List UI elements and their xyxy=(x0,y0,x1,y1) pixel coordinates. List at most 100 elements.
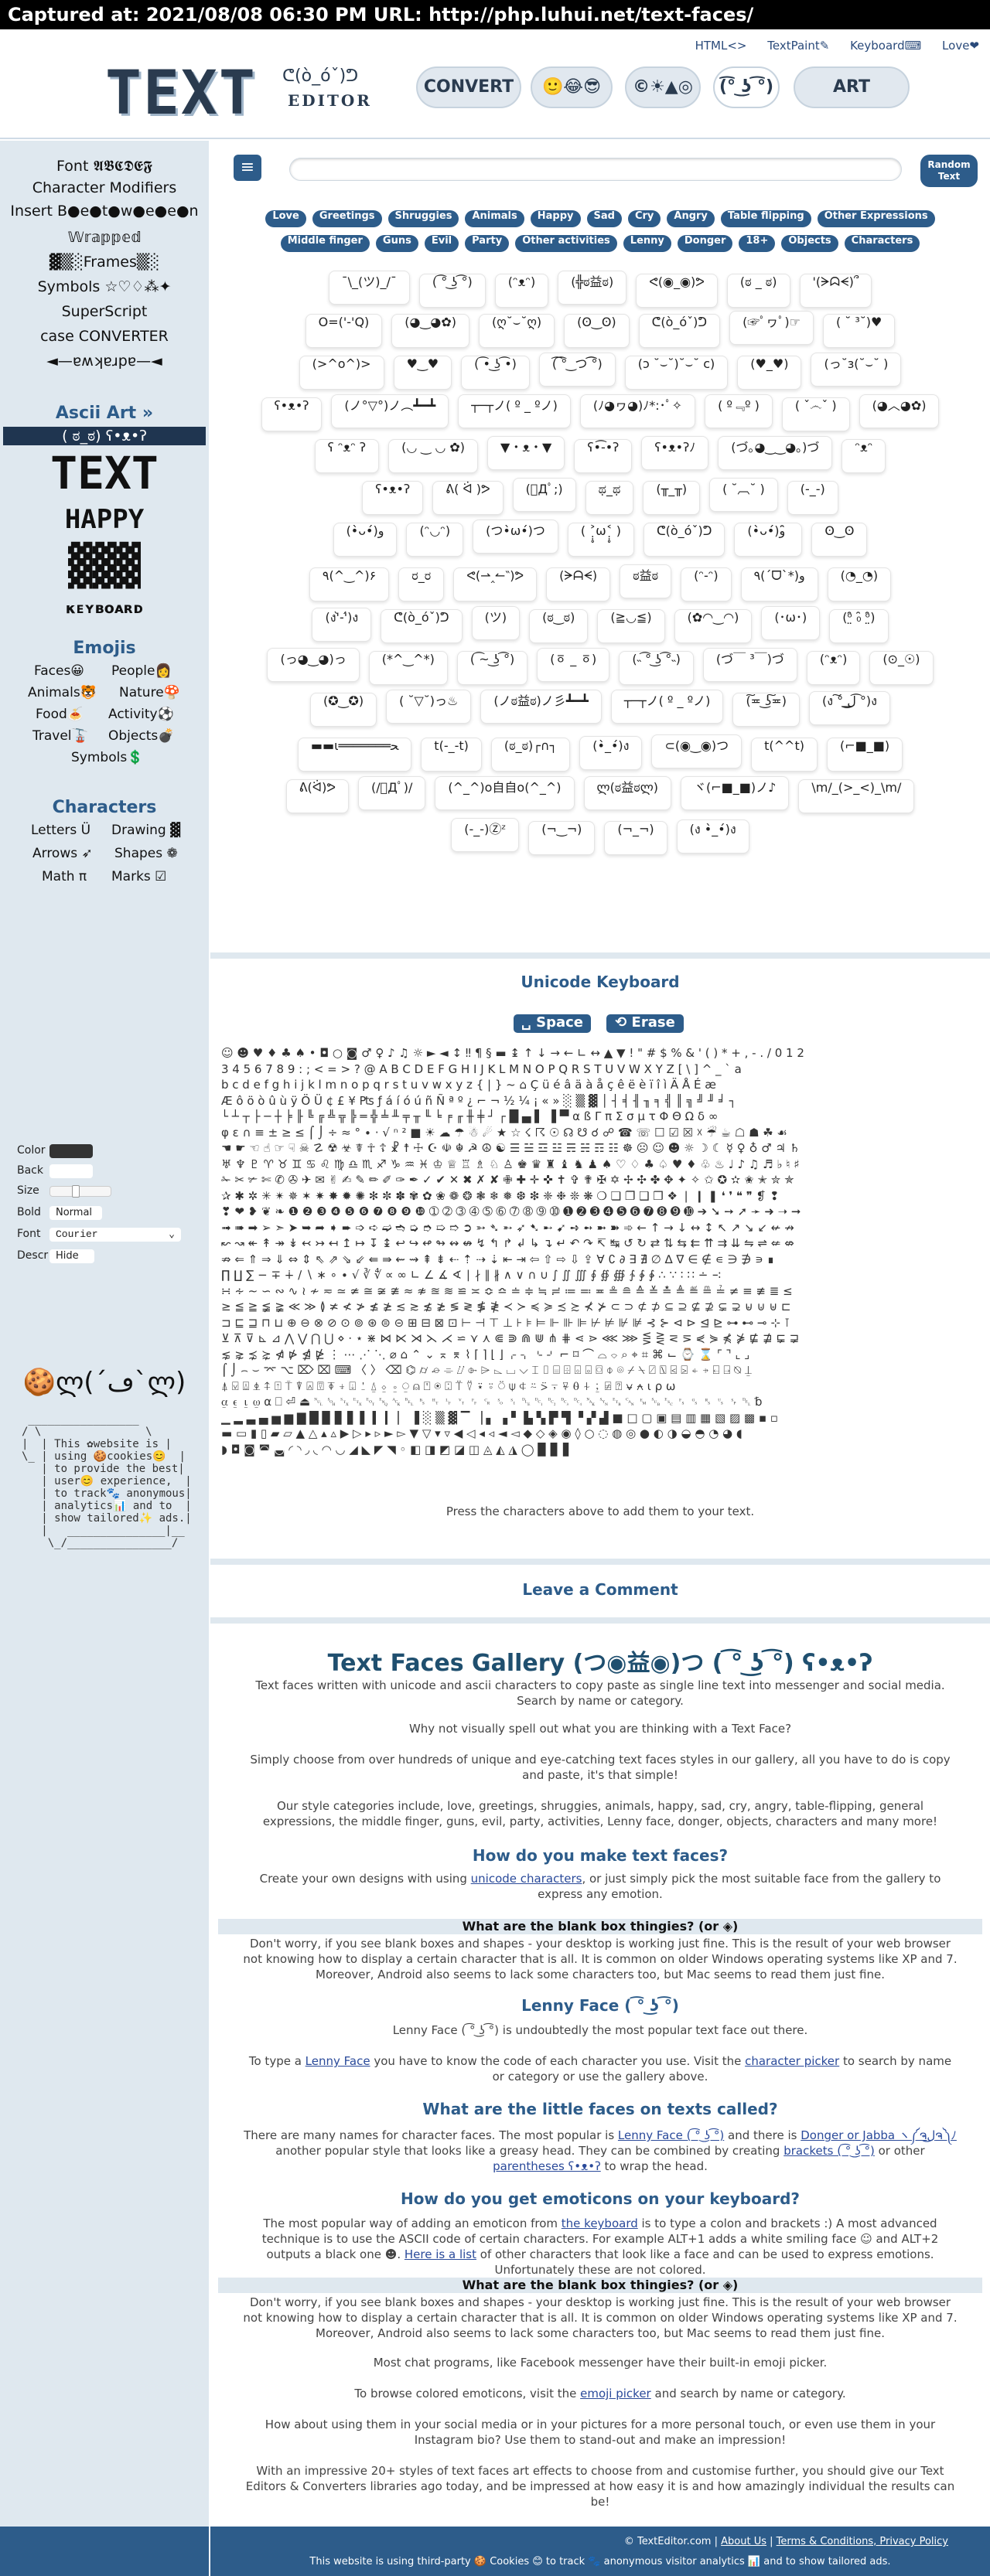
text-face-card[interactable]: ヾ(⌐■_■)ノ♪ xyxy=(681,776,790,810)
sidebar-item-superscript[interactable]: SuperScript xyxy=(0,303,209,320)
category-tag[interactable]: 18+ xyxy=(739,235,776,252)
text-face-card[interactable]: ರ_ರ xyxy=(398,567,445,601)
sidebar-ascii-title[interactable]: Ascii Art » xyxy=(0,404,209,423)
text-face-card[interactable]: (ง'̀-'́)ง xyxy=(312,608,372,642)
text-face-card[interactable]: (≧◡≦) xyxy=(597,609,665,643)
emoji-cat-nature[interactable]: Nature🍄 xyxy=(119,685,180,700)
text-face-card[interactable]: (ﾉ◕ヮ◕)ﾉ*:･ﾟ✧ xyxy=(579,394,696,428)
category-tag[interactable]: Sad xyxy=(586,210,622,227)
category-tag[interactable]: Other Expressions xyxy=(817,210,935,227)
emoji-cat-travel[interactable]: Travel🚡 xyxy=(32,728,88,744)
text-face-card[interactable]: ( ͡~ ͜ʖ ͡°) xyxy=(456,651,528,685)
text-face-card[interactable]: (ㆆ _ ㆆ) xyxy=(537,648,610,682)
text-input[interactable] xyxy=(289,158,902,181)
text-face-card[interactable]: (ಠ _ ಠ) xyxy=(726,274,790,308)
char-cat-letters[interactable]: Letters Ü xyxy=(31,823,90,838)
emoji-cat-animals[interactable]: Animals🐯 xyxy=(28,685,97,700)
text-face-card[interactable]: ᵔᴥᵔ xyxy=(842,439,886,473)
nav-art[interactable]: ART xyxy=(794,66,910,108)
text-face-card[interactable]: ( ͡° ͜ʖ ͡°) xyxy=(418,274,486,308)
emoji-picker-link[interactable]: emoji picker xyxy=(580,2387,651,2401)
text-face-card[interactable]: ಥ_ಥ xyxy=(585,481,634,515)
text-face-card[interactable]: ( ˘▽˘)っ♨ xyxy=(386,690,472,724)
char-cat-math[interactable]: Math π xyxy=(42,869,87,884)
sidebar-item-frames[interactable]: ▓▒░Frames▒░ xyxy=(0,254,209,271)
category-tag[interactable]: Shruggies xyxy=(387,210,459,227)
nav-text-faces[interactable]: (͡° ͜ʖ ͡°) xyxy=(713,66,780,108)
emoji-cat-food[interactable]: Food🍝 xyxy=(36,707,84,722)
character-picker-link[interactable]: character picker xyxy=(745,2054,839,2068)
text-face-card[interactable]: (づ｡◕‿‿◕｡)づ xyxy=(718,436,833,470)
text-face-card[interactable]: ʕ•ᴥ•ʔ xyxy=(261,397,323,431)
nav-convert[interactable]: CONVERT xyxy=(416,66,521,108)
text-face-card[interactable]: (ᵒ̤̑ ₀̑ ᵒ̤̑) xyxy=(829,609,889,643)
text-face-card[interactable]: (ᵔ◡ᵔ) xyxy=(406,523,464,557)
size-slider[interactable] xyxy=(50,1185,111,1198)
text-face-card[interactable]: (¬‿¬) xyxy=(528,821,596,855)
category-tag[interactable]: Happy xyxy=(530,210,581,227)
sidebar-item-insert[interactable]: Insert B●e●t●w●e●e●n xyxy=(0,203,209,220)
footer-link-about[interactable]: About Us xyxy=(721,2536,766,2547)
category-tag[interactable]: Characters xyxy=(844,235,920,252)
text-face-card[interactable]: (ノಠ益ಠ)ノ彡┻━┻ xyxy=(480,690,602,724)
text-face-card[interactable]: ▼・ᴥ・▼ xyxy=(487,436,565,470)
text-face-card[interactable]: (☞ﾟヮﾟ)☞ xyxy=(729,311,814,345)
text-face-card[interactable]: ( º﹃º ) xyxy=(705,394,773,428)
text-face-card[interactable]: ᕕ(ᐛ)ᕗ xyxy=(285,779,349,813)
back-color-picker[interactable] xyxy=(50,1164,93,1178)
text-face-card[interactable]: ಠ益ಠ xyxy=(620,564,672,598)
text-face-card[interactable]: (ﾟДﾟ;) xyxy=(512,478,576,512)
text-face-card[interactable]: (ᵔ-ᵔ) xyxy=(681,567,732,601)
ascii-art-keyboard[interactable]: κᴇʏʙᴏᴀʀᴅ xyxy=(0,600,209,617)
font-select[interactable]: Courier ⌄ xyxy=(50,1228,181,1242)
text-face-card[interactable]: (⌐■_■) xyxy=(826,738,903,772)
text-face-card[interactable]: (*^‿^*) xyxy=(368,651,448,685)
text-face-card[interactable]: ʕ•͡-•ʔ xyxy=(574,439,633,473)
nav-symbols[interactable]: ©☀▲◎ xyxy=(625,66,701,108)
nav-emojis[interactable]: 🙂😂😎 xyxy=(531,66,613,108)
text-face-card[interactable]: ( ˘︹˘ ) xyxy=(709,478,778,512)
text-face-card[interactable]: ♥‿♥ xyxy=(393,356,452,390)
text-face-card[interactable]: (◕‿◕✿) xyxy=(391,314,469,348)
char-cat-shapes[interactable]: Shapes ❁ xyxy=(114,846,178,861)
text-face-card[interactable]: (◕︿◕✿) xyxy=(859,394,940,428)
sidebar-item-case[interactable]: case CONVERTER xyxy=(0,328,209,345)
lenny-face-link[interactable]: Lenny Face xyxy=(306,2054,370,2068)
text-face-card[interactable]: ▬▬ι═══════ﺤ xyxy=(297,738,412,772)
text-face-card[interactable]: '(ᗒᗣᗕ)՞ xyxy=(799,274,872,308)
text-face-card[interactable]: t(-_-t) xyxy=(421,738,482,772)
ascii-art-text[interactable]: TEXT xyxy=(0,450,209,496)
text-face-card[interactable]: (･ω･) xyxy=(761,606,821,640)
text-face-card[interactable]: (⊙_☉) xyxy=(869,651,934,685)
text-face-card[interactable]: ٩(ˊᗜˋ*)و xyxy=(740,567,818,601)
text-face-card[interactable]: (っ˘з(˘⌣˘ ) xyxy=(811,353,902,387)
parentheses-link[interactable]: parentheses ʕ•ᴥ•ʔ xyxy=(493,2159,601,2173)
sidebar-emojis-title[interactable]: Emojis xyxy=(0,639,209,658)
sidebar-item-symbols[interactable]: Symbols ☆♡♢⁂✦ xyxy=(0,278,209,295)
footer-link-terms[interactable]: Terms & Conditions, Privacy Policy xyxy=(777,2536,948,2547)
text-face-card[interactable]: (ღ˘⌣˘ღ) xyxy=(478,314,555,348)
text-face-card[interactable]: ᕦ(ò_óˇ)ᕤ xyxy=(381,609,463,643)
char-cat-arrows[interactable]: Arrows ➶ xyxy=(32,846,93,861)
category-tag[interactable]: Cry xyxy=(627,210,661,227)
text-face-card[interactable]: (ง •̀_•́)ง xyxy=(676,819,749,854)
here-is-a-list-link[interactable]: Here is a list xyxy=(405,2247,476,2261)
emoji-cat-people[interactable]: People👩 xyxy=(111,663,172,679)
text-face-card[interactable]: (♥_♥) xyxy=(737,356,802,390)
text-face-card[interactable]: (◔_◔) xyxy=(827,567,892,601)
sidebar-item-wrapped[interactable]: 𝕎𝕣𝕒𝕡𝕡𝕖𝕕 xyxy=(0,229,209,246)
text-face-card[interactable]: O=('-'Q) xyxy=(305,314,383,348)
bold-select[interactable]: Normal xyxy=(50,1206,102,1220)
category-tag[interactable]: Lenny xyxy=(623,235,671,252)
sidebar-item-font[interactable]: Font 𝕬𝕭𝕮𝕯𝕰𝕱 xyxy=(0,158,209,175)
text-face-card[interactable]: (•̀ᴗ•́)و xyxy=(333,523,398,557)
donger-link[interactable]: Donger or Jabba ヽ༼ຈل͜ຈ༽ﾉ xyxy=(801,2128,957,2142)
text-face-card[interactable]: ┬─┬ノ( º _ ºノ) xyxy=(458,394,571,428)
text-face-card[interactable]: ( ˇ෴ˇ ) xyxy=(781,397,850,431)
category-tag[interactable]: Guns xyxy=(375,235,418,252)
text-face-card[interactable]: (╬ಠ益ಠ) xyxy=(558,271,627,305)
text-face-card[interactable]: t(^^t) xyxy=(751,738,818,772)
text-face-card[interactable]: ᕙ(⇀‸↼‶)ᕗ xyxy=(453,567,538,601)
text-face-card[interactable]: (-_-) xyxy=(787,481,838,515)
top-link-love[interactable]: Love❤ xyxy=(942,39,979,53)
